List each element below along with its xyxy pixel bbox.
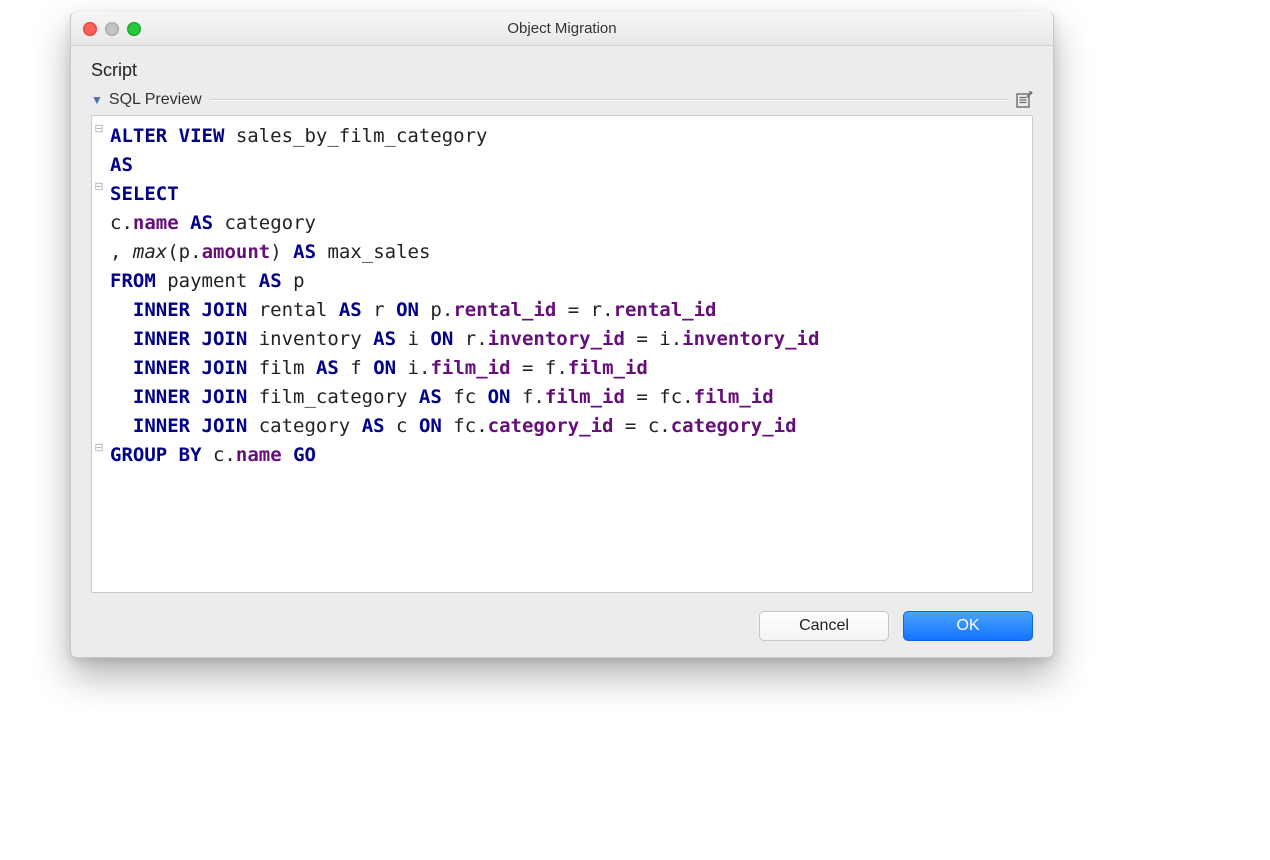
object-migration-dialog: Object Migration Script ▼ SQL Preview ⊟ bbox=[70, 12, 1054, 658]
ok-button[interactable]: OK bbox=[903, 611, 1033, 641]
window-controls bbox=[71, 22, 141, 36]
titlebar: Object Migration bbox=[71, 12, 1053, 46]
close-window-button[interactable] bbox=[83, 22, 97, 36]
window-title: Object Migration bbox=[71, 20, 1053, 37]
fold-marker-icon[interactable]: ⊟ bbox=[93, 441, 105, 455]
sql-preview-editor[interactable]: ⊟ ⊟ ⊟ ALTER VIEW sales_by_film_category … bbox=[91, 115, 1033, 593]
sql-preview-header[interactable]: ▼ SQL Preview bbox=[91, 91, 1033, 109]
edit-sql-icon[interactable] bbox=[1015, 91, 1033, 109]
dialog-button-row: Cancel OK bbox=[91, 593, 1033, 641]
zoom-window-button[interactable] bbox=[127, 22, 141, 36]
fold-marker-icon[interactable]: ⊟ bbox=[93, 122, 105, 136]
dialog-content: Script ▼ SQL Preview ⊟ ⊟ ⊟ A bbox=[71, 46, 1053, 657]
editor-gutter: ⊟ ⊟ ⊟ bbox=[92, 116, 106, 592]
section-label-script: Script bbox=[91, 60, 1033, 81]
fold-marker-icon[interactable]: ⊟ bbox=[93, 180, 105, 194]
cancel-button[interactable]: Cancel bbox=[759, 611, 889, 641]
separator-line bbox=[210, 95, 1007, 105]
sql-preview-title: SQL Preview bbox=[109, 91, 202, 109]
disclosure-triangle-icon: ▼ bbox=[91, 93, 103, 107]
sql-code: ALTER VIEW sales_by_film_category AS SEL… bbox=[92, 120, 1032, 472]
minimize-window-button[interactable] bbox=[105, 22, 119, 36]
